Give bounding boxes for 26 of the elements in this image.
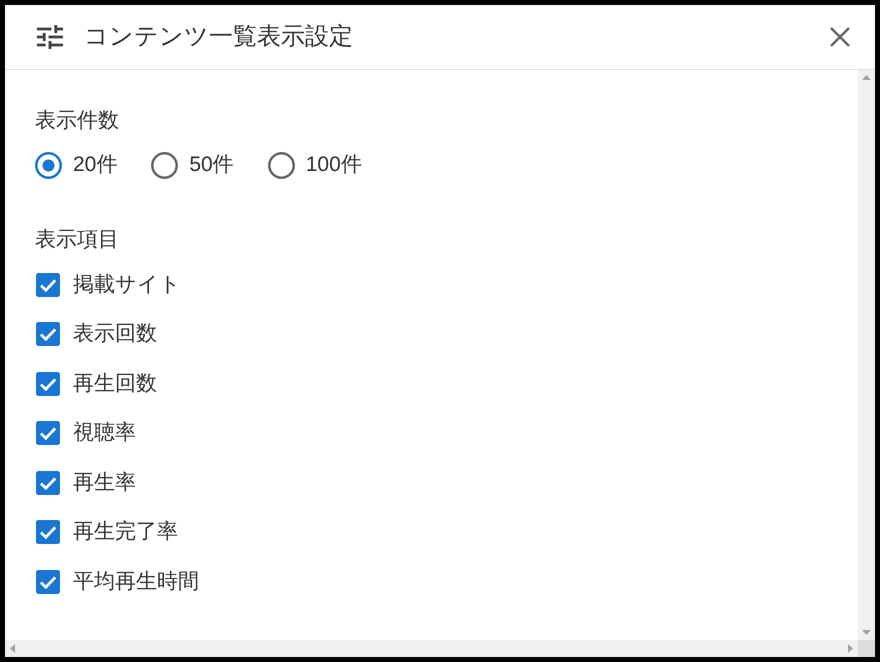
checkbox[interactable] [36, 570, 60, 594]
dialog-title: コンテンツ一覧表示設定 [84, 22, 353, 52]
radio-label[interactable]: 20件 [73, 150, 118, 180]
section-label: 表示件数 [35, 108, 119, 134]
radio-button[interactable] [151, 152, 178, 178]
checkbox-label[interactable]: 再生完了率 [73, 517, 178, 548]
checkbox[interactable] [36, 322, 60, 346]
checkbox-label[interactable]: 平均再生時間 [73, 566, 199, 597]
checkbox[interactable] [36, 421, 60, 446]
checkbox[interactable] [36, 470, 60, 495]
checkbox[interactable] [36, 372, 60, 396]
radio-button[interactable] [35, 152, 62, 178]
close-icon [830, 27, 850, 47]
tune-icon [37, 25, 63, 49]
radio-label[interactable]: 50件 [189, 150, 234, 180]
checkbox-label[interactable]: 掲載サイト [73, 270, 181, 300]
checkbox-label[interactable]: 表示回数 [73, 319, 157, 350]
checkbox[interactable] [36, 272, 60, 297]
radio-label[interactable]: 100件 [306, 150, 362, 180]
checkbox-label[interactable]: 再生率 [73, 468, 136, 498]
radio-button[interactable] [268, 152, 295, 178]
checkbox-label[interactable]: 再生回数 [73, 368, 157, 399]
scrollbar-corner [858, 640, 875, 657]
section-label: 表示項目 [35, 227, 119, 253]
checkbox-label[interactable]: 視聴率 [73, 418, 136, 448]
checkbox[interactable] [36, 520, 60, 544]
